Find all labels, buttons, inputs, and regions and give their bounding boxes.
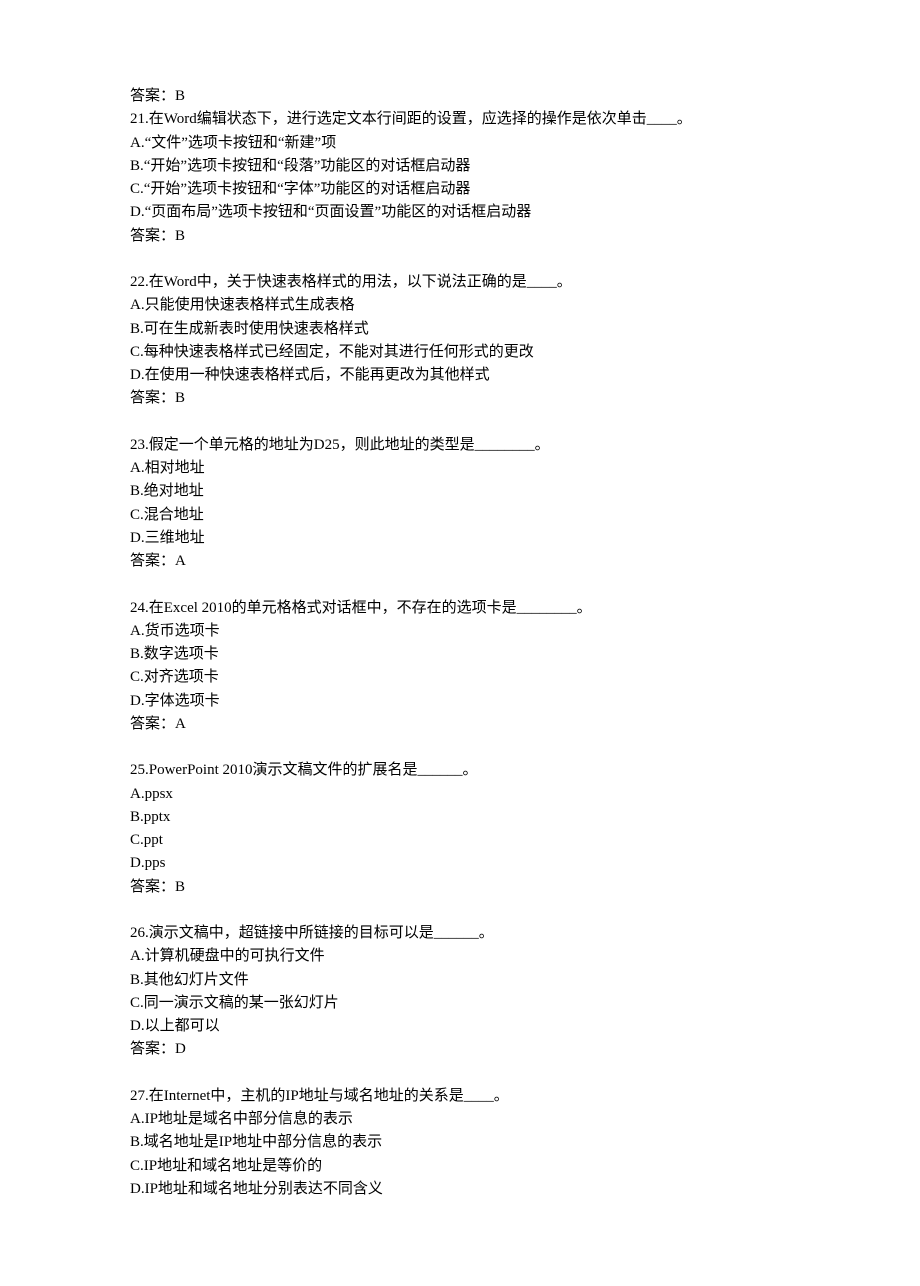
text-line: 23.假定一个单元格的地址为D25，则此地址的类型是________。 — [130, 434, 790, 457]
text-line: 21.在Word编辑状态下，进行选定文本行间距的设置，应选择的操作是依次单击__… — [130, 108, 790, 131]
blank-line — [130, 248, 790, 271]
text-line: D.IP地址和域名地址分别表达不同含义 — [130, 1178, 790, 1201]
text-line: A.ppsx — [130, 783, 790, 806]
text-line: B.绝对地址 — [130, 480, 790, 503]
text-line: C.混合地址 — [130, 504, 790, 527]
text-line: D.pps — [130, 852, 790, 875]
text-line: A.IP地址是域名中部分信息的表示 — [130, 1108, 790, 1131]
blank-line — [130, 736, 790, 759]
text-line: 答案：B — [130, 85, 790, 108]
document-page: 答案：B21.在Word编辑状态下，进行选定文本行间距的设置，应选择的操作是依次… — [0, 0, 920, 1286]
text-line: A.只能使用快速表格样式生成表格 — [130, 294, 790, 317]
text-line: D.三维地址 — [130, 527, 790, 550]
text-line: A.计算机硬盘中的可执行文件 — [130, 945, 790, 968]
text-line: B.数字选项卡 — [130, 643, 790, 666]
text-line: 答案：D — [130, 1038, 790, 1061]
text-line: 答案：A — [130, 550, 790, 573]
blank-line — [130, 573, 790, 596]
text-line: 24.在Excel 2010的单元格格式对话框中，不存在的选项卡是_______… — [130, 597, 790, 620]
text-line: 答案：B — [130, 225, 790, 248]
text-line: C.同一演示文稿的某一张幻灯片 — [130, 992, 790, 1015]
text-line: A.相对地址 — [130, 457, 790, 480]
text-line: 答案：B — [130, 387, 790, 410]
text-line: B.可在生成新表时使用快速表格样式 — [130, 318, 790, 341]
text-line: D.字体选项卡 — [130, 690, 790, 713]
text-line: D.“页面布局”选项卡按钮和“页面设置”功能区的对话框启动器 — [130, 201, 790, 224]
text-line: B.其他幻灯片文件 — [130, 969, 790, 992]
blank-line — [130, 411, 790, 434]
text-line: C.ppt — [130, 829, 790, 852]
text-line: 22.在Word中，关于快速表格样式的用法，以下说法正确的是____。 — [130, 271, 790, 294]
text-line: A.“文件”选项卡按钮和“新建”项 — [130, 132, 790, 155]
text-line: 答案：A — [130, 713, 790, 736]
text-line: 27.在Internet中，主机的IP地址与域名地址的关系是____。 — [130, 1085, 790, 1108]
text-line: B.域名地址是IP地址中部分信息的表示 — [130, 1131, 790, 1154]
text-line: A.货币选项卡 — [130, 620, 790, 643]
text-line: C.IP地址和域名地址是等价的 — [130, 1155, 790, 1178]
text-line: C.每种快速表格样式已经固定，不能对其进行任何形式的更改 — [130, 341, 790, 364]
text-line: B.“开始”选项卡按钮和“段落”功能区的对话框启动器 — [130, 155, 790, 178]
blank-line — [130, 899, 790, 922]
text-line: B.pptx — [130, 806, 790, 829]
blank-line — [130, 1062, 790, 1085]
text-line: 26.演示文稿中，超链接中所链接的目标可以是______。 — [130, 922, 790, 945]
text-line: D.以上都可以 — [130, 1015, 790, 1038]
text-line: 答案：B — [130, 876, 790, 899]
text-line: 25.PowerPoint 2010演示文稿文件的扩展名是______。 — [130, 759, 790, 782]
text-line: C.“开始”选项卡按钮和“字体”功能区的对话框启动器 — [130, 178, 790, 201]
text-line: C.对齐选项卡 — [130, 666, 790, 689]
text-line: D.在使用一种快速表格样式后，不能再更改为其他样式 — [130, 364, 790, 387]
